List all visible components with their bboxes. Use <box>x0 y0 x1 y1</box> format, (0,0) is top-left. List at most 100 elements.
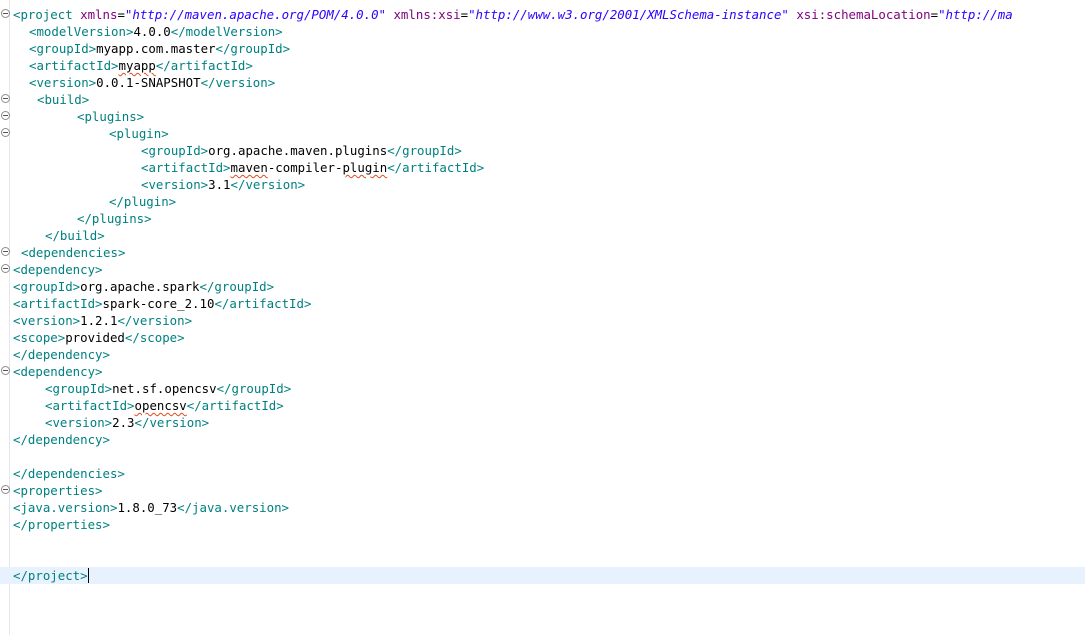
code-line[interactable]: <java.version>1.8.0_73</java.version> <box>0 499 1085 516</box>
fold-toggle-icon[interactable] <box>1 111 10 120</box>
code-line[interactable]: <groupId>myapp.com.master</groupId> <box>0 40 1085 57</box>
code-token: 1.8.0_73 <box>117 500 178 515</box>
code-line[interactable]: </plugins> <box>0 210 1085 227</box>
code-text: <artifactId>myapp</artifactId> <box>29 57 253 74</box>
fold-toggle-icon[interactable] <box>1 94 10 103</box>
code-token: = <box>117 7 125 22</box>
code-line[interactable]: <plugin> <box>0 125 1085 142</box>
code-line[interactable]: <version>3.1</version> <box>0 176 1085 193</box>
code-token: "http://ma <box>938 7 1013 22</box>
code-token: </project> <box>13 568 88 583</box>
misspelled-token: opencsv <box>134 398 187 413</box>
code-token: <groupId> <box>13 279 81 294</box>
misspelled-token: plugin <box>342 160 388 175</box>
fold-toggle-icon[interactable] <box>1 264 10 273</box>
code-token: </plugins> <box>77 211 152 226</box>
code-token: </artifactId> <box>155 58 253 73</box>
code-line[interactable]: <artifactId>spark-core_2.10</artifactId> <box>0 295 1085 312</box>
code-token: org.apache.maven.plugins <box>208 143 388 158</box>
code-token: </groupId> <box>387 143 462 158</box>
code-line[interactable]: <artifactId>opencsv</artifactId> <box>0 397 1085 414</box>
code-line[interactable] <box>0 448 1085 465</box>
fold-toggle-icon[interactable] <box>1 247 10 256</box>
code-token: </java.version> <box>177 500 290 515</box>
fold-toggle-icon[interactable] <box>1 366 10 375</box>
code-token: </properties> <box>13 517 110 532</box>
code-token: </dependencies> <box>13 466 125 481</box>
code-token: 0.0.1-SNAPSHOT <box>96 75 201 90</box>
code-line[interactable]: <version>2.3</version> <box>0 414 1085 431</box>
code-token: 3.1 <box>208 177 231 192</box>
code-token: spark-core_2.10 <box>102 296 215 311</box>
code-line[interactable]: <build> <box>0 91 1085 108</box>
code-token: </build> <box>45 228 105 243</box>
text-caret <box>87 568 89 583</box>
code-text: <artifactId>maven-compiler-plugin</artif… <box>141 159 484 176</box>
code-line[interactable]: </dependency> <box>0 431 1085 448</box>
code-line[interactable]: <project xmlns="http://maven.apache.org/… <box>0 6 1085 23</box>
code-token: </dependency> <box>13 347 110 362</box>
code-token: <groupId> <box>29 41 97 56</box>
code-token: </version> <box>117 313 193 328</box>
code-line[interactable] <box>0 550 1085 567</box>
code-line[interactable]: <dependency> <box>0 261 1085 278</box>
fold-toggle-icon[interactable] <box>1 485 10 494</box>
code-token: <dependency> <box>13 262 103 277</box>
code-line[interactable]: </properties> <box>0 516 1085 533</box>
code-text: <project xmlns="http://maven.apache.org/… <box>13 6 1013 23</box>
code-token: = <box>930 7 939 22</box>
code-text: </dependency> <box>13 431 110 448</box>
code-line[interactable]: <groupId>org.apache.maven.plugins</group… <box>0 142 1085 159</box>
code-text: </dependency> <box>13 346 110 363</box>
code-line[interactable]: <dependency> <box>0 363 1085 380</box>
code-token: </version> <box>200 75 276 90</box>
code-token: "http://www.w3.org/2001/XMLSchema-instan… <box>468 7 789 22</box>
code-token: </plugin> <box>109 194 177 209</box>
code-line[interactable]: <artifactId>myapp</artifactId> <box>0 57 1085 74</box>
code-text: <properties> <box>13 482 103 499</box>
code-line[interactable]: <plugins> <box>0 108 1085 125</box>
code-token: <project <box>13 7 81 22</box>
code-line[interactable] <box>0 533 1085 550</box>
code-line[interactable]: </dependency> <box>0 346 1085 363</box>
code-line[interactable]: <modelVersion>4.0.0</modelVersion> <box>0 23 1085 40</box>
code-text: </properties> <box>13 516 110 533</box>
code-line[interactable]: </plugin> <box>0 193 1085 210</box>
code-token: </artifactId> <box>214 296 312 311</box>
code-token: <scope> <box>13 330 66 345</box>
code-line[interactable]: <dependencies> <box>0 244 1085 261</box>
code-text: <groupId>net.sf.opencsv</groupId> <box>45 380 291 397</box>
code-token: <version> <box>29 75 97 90</box>
code-token: <java.version> <box>13 500 118 515</box>
code-line[interactable]: </project> <box>0 567 1085 584</box>
code-line[interactable]: <groupId>org.apache.spark</groupId> <box>0 278 1085 295</box>
code-line[interactable]: <properties> <box>0 482 1085 499</box>
code-line[interactable]: </dependencies> <box>0 465 1085 482</box>
code-line[interactable]: </build> <box>0 227 1085 244</box>
fold-toggle-icon[interactable] <box>1 9 10 18</box>
code-line[interactable]: <version>1.2.1</version> <box>0 312 1085 329</box>
code-token: <plugins> <box>77 109 145 124</box>
code-text: <build> <box>37 91 89 108</box>
code-text: <groupId>org.apache.spark</groupId> <box>13 278 274 295</box>
code-token: <version> <box>45 415 113 430</box>
code-token: 1.2.1 <box>80 313 118 328</box>
code-token: </artifactId> <box>387 160 485 175</box>
code-line[interactable]: <version>0.0.1-SNAPSHOT</version> <box>0 74 1085 91</box>
code-line[interactable]: <scope>provided</scope> <box>0 329 1085 346</box>
code-text: <version>0.0.1-SNAPSHOT</version> <box>29 74 275 91</box>
code-text: </plugin> <box>109 193 176 210</box>
code-token: <version> <box>13 313 81 328</box>
code-line[interactable]: <artifactId>maven-compiler-plugin</artif… <box>0 159 1085 176</box>
code-token: <plugin> <box>109 126 169 141</box>
misspelled-token: maven <box>230 160 268 175</box>
code-text: <dependency> <box>13 261 103 278</box>
xml-editor[interactable]: <project xmlns="http://maven.apache.org/… <box>0 0 1085 635</box>
code-token: </scope> <box>124 330 185 345</box>
code-token: <artifactId> <box>29 58 119 73</box>
code-token: -compiler- <box>267 160 343 175</box>
fold-toggle-icon[interactable] <box>1 128 10 137</box>
code-token: <dependencies> <box>21 245 126 260</box>
code-text: <artifactId>spark-core_2.10</artifactId> <box>13 295 311 312</box>
code-line[interactable]: <groupId>net.sf.opencsv</groupId> <box>0 380 1085 397</box>
